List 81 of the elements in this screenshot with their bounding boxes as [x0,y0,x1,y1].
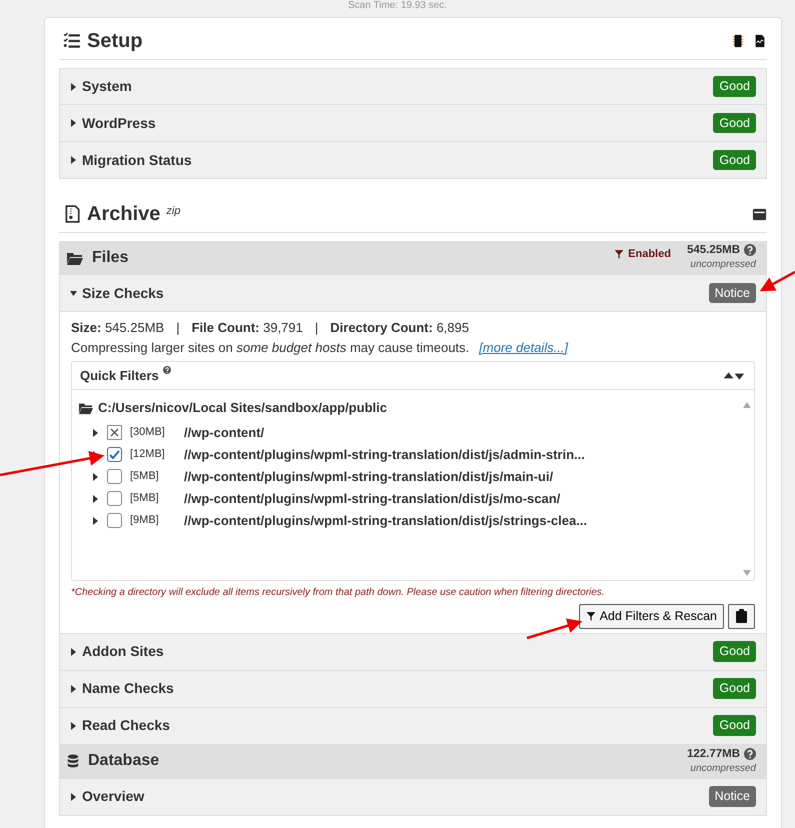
chip-icon [731,33,745,49]
item-size: [9MB] [130,513,160,528]
item-size: [5MB] [130,491,160,506]
separator: | [176,319,180,337]
checklist-icon [63,32,81,50]
warning-message: Compressing larger sites on some budget hosts may cause timeouts. [71,340,470,354]
zip-file-icon [63,204,81,224]
accordion-row[interactable]: WordPress Good [59,105,767,142]
annotation-arrow [760,270,795,292]
section-title: Archive [87,202,160,227]
accordion-row[interactable]: Migration Status Good [59,142,767,179]
check-icon [109,450,120,460]
section-title: Files [92,248,128,268]
clipboard-button[interactable] [728,604,755,629]
row-label: Overview [82,787,144,806]
item-size: [12MB] [130,447,166,462]
archive-type-label: zip [166,204,180,219]
item-size: [30MB] [130,425,166,440]
row-label: WordPress [82,114,156,132]
row-label: Size Checks [82,284,164,302]
scroll-up-icon[interactable] [743,402,751,408]
annotation-arrow [526,618,582,640]
summary-item: Size: 545.25MB [71,319,164,337]
separator: | [314,319,318,337]
section-title: Database [88,751,160,772]
status-label: Good [713,76,756,97]
row-label: Name Checks [82,679,174,698]
row-label: System [82,77,132,96]
root-path: C:/Users/nicov/Local Sites/sandbox/app/public [98,399,387,417]
filter-status: Enabled [628,247,671,262]
status-label: Good [713,678,756,700]
size-note: uncompressed [690,763,756,774]
accordion-row[interactable]: Size Checks Notice [59,275,767,312]
summary-item: Directory Count: 6,895 [330,319,469,337]
item-size: [5MB] [130,469,160,484]
window-icon [752,206,767,222]
accordion-row[interactable]: System Good [59,68,767,105]
details-link[interactable]: [more details...] [479,340,568,354]
item-path: //wp-content/plugins/wpml-string-translation/dist/js/main-ui/ [184,468,554,486]
status-label: Good [713,715,756,736]
footnote: *Checking a directory will exclude all items recursively from that path down. Please use caution when filtering directories. [71,586,606,600]
row-label: Addon Sites [82,642,164,662]
rescan-button[interactable]: Add Filters & Rescan [578,604,724,629]
accordion-row[interactable]: Read Checks Good [59,708,767,745]
help-icon [744,244,756,256]
checkbox[interactable] [107,491,122,506]
accordion-row[interactable]: Overview Notice [59,778,767,816]
row-label: Read Checks [82,716,170,736]
x-icon [110,428,119,437]
help-icon [162,366,171,374]
checkbox[interactable] [107,447,122,462]
item-path: //wp-content/ [184,424,264,442]
size-value: 122.77MB [686,748,740,760]
checkbox[interactable] [107,469,122,484]
section-title: Setup [87,29,143,54]
sort-arrows-icon[interactable] [722,370,746,382]
accordion-row[interactable]: Name Checks Good [59,670,767,708]
help-icon [744,748,756,760]
size-value: 545.25MB [686,244,740,256]
status-label: Good [713,150,756,170]
item-path: //wp-content/plugins/wpml-string-translation/dist/js/admin-strin... [184,446,585,464]
size-note: uncompressed [690,259,756,270]
item-path: //wp-content/plugins/wpml-string-translation/dist/js/mo-scan/ [184,490,560,508]
folder-icon [78,400,94,415]
status-label: Good [713,112,756,134]
scroll-down-icon[interactable] [743,570,751,576]
file-chart-icon [753,33,767,49]
summary-item: File Count: 39,791 [192,319,303,337]
status-label: Notice [708,786,756,808]
row-label: Migration Status [82,150,192,170]
checkbox[interactable] [107,513,122,528]
accordion-row[interactable]: Addon Sites Good [59,634,767,671]
clipboard-icon [736,609,747,624]
item-path: //wp-content/plugins/wpml-string-translation/dist/js/strings-clea... [184,512,588,530]
panel-title: Quick Filters [80,366,159,385]
status-label: Good [713,641,756,662]
status-label: Notice [708,282,756,304]
scan-time: Scan Time: 19.93 sec. [347,0,448,13]
filter-icon [586,610,596,622]
filter-icon [614,248,624,260]
database-icon [66,753,80,770]
